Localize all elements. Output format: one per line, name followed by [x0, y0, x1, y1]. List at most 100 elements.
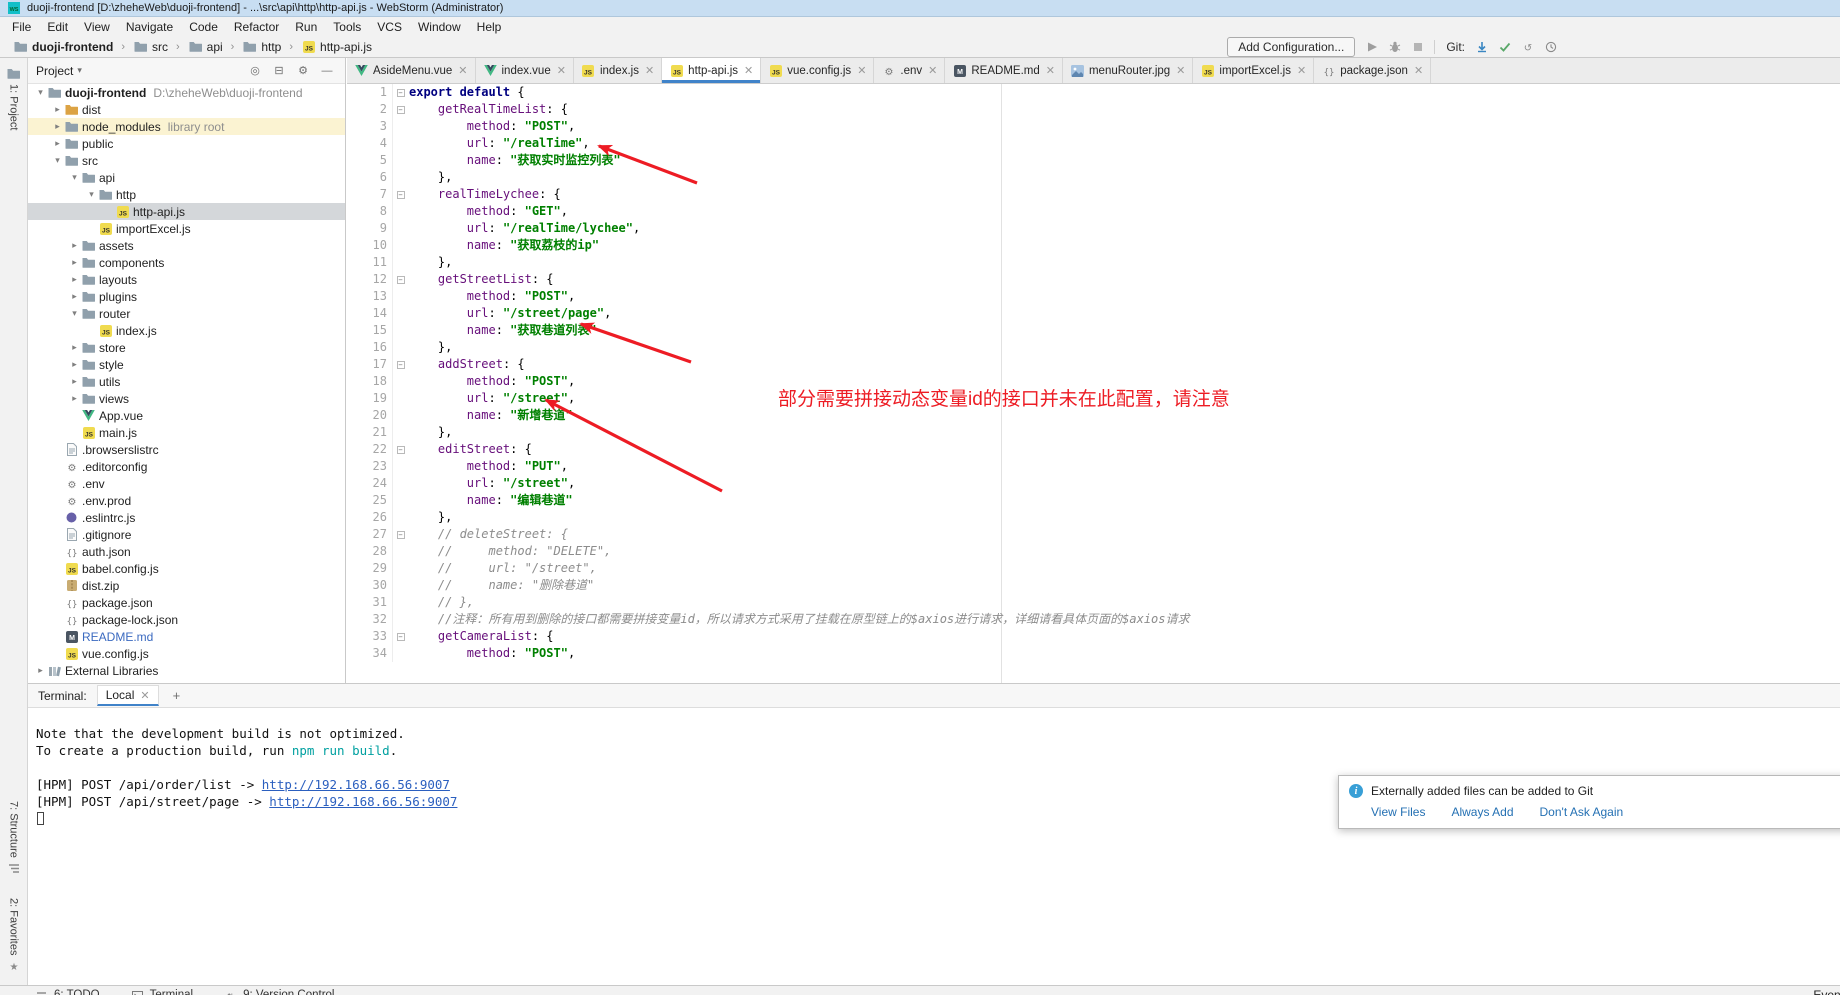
tree-item-assets[interactable]: ▸assets: [28, 237, 345, 254]
close-icon[interactable]: ✕: [1176, 64, 1185, 77]
tree-item-api[interactable]: ▾api: [28, 169, 345, 186]
new-terminal-icon[interactable]: +: [169, 688, 185, 703]
chevron-right-icon[interactable]: ▸: [68, 257, 81, 268]
git-update-icon[interactable]: [1474, 40, 1489, 54]
fold-icon[interactable]: −: [393, 84, 408, 101]
tree-item-node-modules[interactable]: ▸node_moduleslibrary root: [28, 118, 345, 135]
tree-item-eslintrc-js[interactable]: .eslintrc.js: [28, 509, 345, 526]
tab-readme-md[interactable]: MREADME.md✕: [945, 58, 1063, 83]
chevron-right-icon[interactable]: ▸: [51, 104, 64, 115]
tree-item-babel-config-js[interactable]: JSbabel.config.js: [28, 560, 345, 577]
chevron-right-icon[interactable]: ▸: [68, 291, 81, 302]
notification-action-view-files[interactable]: View Files: [1371, 805, 1425, 819]
tree-item-plugins[interactable]: ▸plugins: [28, 288, 345, 305]
tool-button-2-favorites[interactable]: 2: Favorites★: [6, 894, 21, 977]
close-icon[interactable]: ✕: [1297, 64, 1306, 77]
tree-item-store[interactable]: ▸store: [28, 339, 345, 356]
revert-icon[interactable]: ↺: [1520, 40, 1535, 54]
tree-item-readme-md[interactable]: MREADME.md: [28, 628, 345, 645]
terminal-tab-local[interactable]: Local ✕: [97, 685, 159, 706]
menu-navigate[interactable]: Navigate: [118, 18, 181, 36]
close-icon[interactable]: ✕: [744, 64, 753, 77]
menu-help[interactable]: Help: [469, 18, 510, 36]
tab-vue-config-js[interactable]: JSvue.config.js✕: [761, 58, 874, 83]
tree-item-editorconfig[interactable]: ⚙.editorconfig: [28, 458, 345, 475]
chevron-down-icon[interactable]: ▾: [68, 172, 81, 183]
breadcrumb-item-src[interactable]: src: [130, 39, 171, 55]
tree-item-src[interactable]: ▾src: [28, 152, 345, 169]
close-icon[interactable]: ✕: [928, 64, 937, 77]
chevron-down-icon[interactable]: ▾: [77, 65, 82, 76]
close-icon[interactable]: ✕: [140, 689, 149, 702]
chevron-right-icon[interactable]: ▸: [68, 342, 81, 353]
tree-item-browserslistrc[interactable]: .browserslistrc: [28, 441, 345, 458]
fold-icon[interactable]: −: [393, 271, 408, 288]
terminal-link[interactable]: http://192.168.66.56:9007: [262, 777, 450, 792]
chevron-down-icon[interactable]: ▾: [85, 189, 98, 200]
locate-file-icon[interactable]: ◎: [245, 64, 265, 77]
chevron-right-icon[interactable]: ▸: [51, 138, 64, 149]
status-terminal[interactable]: Terminal: [130, 986, 193, 995]
tree-item-public[interactable]: ▸public: [28, 135, 345, 152]
tab-index-vue[interactable]: index.vue✕: [476, 58, 574, 83]
tree-item-app-vue[interactable]: App.vue: [28, 407, 345, 424]
tab-importexcel-js[interactable]: JSimportExcel.js✕: [1193, 58, 1314, 83]
menu-run[interactable]: Run: [287, 18, 325, 36]
chevron-right-icon[interactable]: ▸: [68, 274, 81, 285]
settings-gear-icon[interactable]: ⚙: [293, 64, 313, 77]
terminal-link[interactable]: http://192.168.66.56:9007: [269, 794, 457, 809]
tree-item-auth-json[interactable]: {}auth.json: [28, 543, 345, 560]
tree-item-dist[interactable]: ▸dist: [28, 101, 345, 118]
git-commit-icon[interactable]: [1497, 40, 1512, 54]
tree-item-views[interactable]: ▸views: [28, 390, 345, 407]
breadcrumb-item-duoji-frontend[interactable]: duoji-frontend: [10, 39, 116, 55]
tab-http-api-js[interactable]: JShttp-api.js✕: [662, 58, 761, 83]
tab-env[interactable]: ⚙.env✕: [874, 58, 945, 83]
breadcrumb-item-http-api-js[interactable]: JShttp-api.js: [298, 39, 375, 55]
code-editor[interactable]: 1−export default {2− getRealTimeList: {3…: [347, 84, 1840, 683]
tab-menurouter-jpg[interactable]: menuRouter.jpg✕: [1063, 58, 1193, 83]
fold-icon[interactable]: −: [393, 628, 408, 645]
tree-item-vue-config-js[interactable]: JSvue.config.js: [28, 645, 345, 662]
tree-item-index-js[interactable]: JSindex.js: [28, 322, 345, 339]
chevron-right-icon[interactable]: ▸: [68, 240, 81, 251]
menu-tools[interactable]: Tools: [325, 18, 369, 36]
notification-action-don-t-ask-again[interactable]: Don't Ask Again: [1540, 805, 1624, 819]
stop-icon[interactable]: [1410, 40, 1425, 54]
chevron-down-icon[interactable]: ▾: [51, 155, 64, 166]
status-6-todo[interactable]: 6: TODO: [34, 986, 100, 995]
menu-window[interactable]: Window: [410, 18, 469, 36]
menu-code[interactable]: Code: [181, 18, 226, 36]
tree-item-main-js[interactable]: JSmain.js: [28, 424, 345, 441]
notification-action-always-add[interactable]: Always Add: [1451, 805, 1513, 819]
tree-item-duoji-frontend[interactable]: ▾duoji-frontendD:\zheheWeb\duoji-fronten…: [28, 84, 345, 101]
tree-item-env[interactable]: ⚙.env: [28, 475, 345, 492]
close-icon[interactable]: ✕: [857, 64, 866, 77]
tool-button-project[interactable]: 1: Project: [6, 62, 21, 134]
menu-edit[interactable]: Edit: [39, 18, 76, 36]
tree-item-http[interactable]: ▾http: [28, 186, 345, 203]
fold-icon[interactable]: −: [393, 441, 408, 458]
menu-vcs[interactable]: VCS: [369, 18, 410, 36]
tool-button-7-structure[interactable]: 7: Structure: [6, 797, 21, 880]
fold-icon[interactable]: −: [393, 186, 408, 203]
close-icon[interactable]: ✕: [458, 64, 467, 77]
tab-asidemenu-vue[interactable]: AsideMenu.vue✕: [347, 58, 476, 83]
tab-package-json[interactable]: {}package.json✕: [1314, 58, 1431, 83]
tree-item-style[interactable]: ▸style: [28, 356, 345, 373]
tree-item-dist-zip[interactable]: dist.zip: [28, 577, 345, 594]
tab-index-js[interactable]: JSindex.js✕: [574, 58, 662, 83]
chevron-right-icon[interactable]: ▸: [51, 121, 64, 132]
breadcrumb-item-http[interactable]: http: [239, 39, 284, 55]
bug-icon[interactable]: [1387, 40, 1402, 54]
breadcrumb-item-api[interactable]: api: [185, 39, 226, 55]
close-icon[interactable]: ✕: [557, 64, 566, 77]
close-icon[interactable]: ✕: [1414, 64, 1423, 77]
tree-item-http-api-js[interactable]: JShttp-api.js: [28, 203, 345, 220]
chevron-down-icon[interactable]: ▾: [34, 87, 47, 98]
chevron-right-icon[interactable]: ▸: [34, 665, 47, 676]
close-icon[interactable]: ✕: [645, 64, 654, 77]
fold-icon[interactable]: −: [393, 101, 408, 118]
tree-item-external-libraries[interactable]: ▸External Libraries: [28, 662, 345, 679]
tree-item-env-prod[interactable]: ⚙.env.prod: [28, 492, 345, 509]
